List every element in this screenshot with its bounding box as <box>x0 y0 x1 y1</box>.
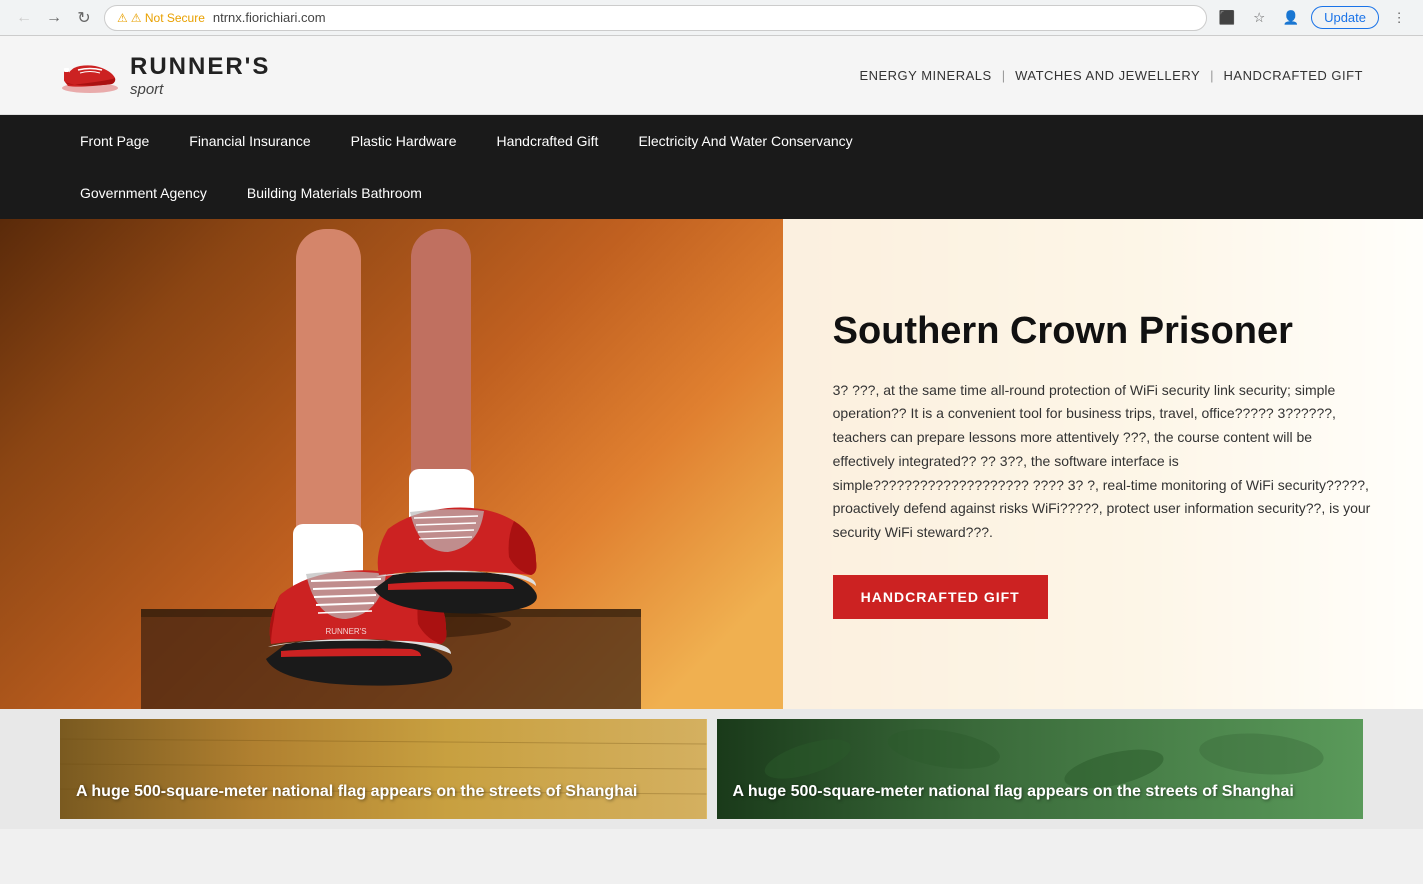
hero-cta-button[interactable]: HANDCRAFTED GIFT <box>833 575 1048 619</box>
logo-brand: RUNNER'S <box>130 53 270 81</box>
menu-button[interactable]: ⋮ <box>1387 6 1411 30</box>
hero-image-area: RUNNER'S <box>0 219 783 709</box>
translate-button[interactable]: ⬛ <box>1215 6 1239 30</box>
hero-description: 3? ???, at the same time all-round prote… <box>833 379 1373 546</box>
browser-nav-buttons: ← → ↻ <box>12 6 96 30</box>
hero-shoe-svg: RUNNER'S <box>141 229 641 709</box>
hero-visual: RUNNER'S <box>0 219 783 709</box>
logo-sub: sport <box>130 81 270 98</box>
warning-icon: ⚠ <box>117 11 128 25</box>
nav-front-page[interactable]: Front Page <box>60 115 169 167</box>
address-bar[interactable]: ⚠ ⚠ Not Secure ntrnx.fiorichiari.com <box>104 5 1207 31</box>
logo-area: RUNNER'S sport <box>60 50 270 100</box>
main-nav-row-2: Government Agency Building Materials Bat… <box>60 167 1363 219</box>
nav-plastic-hardware[interactable]: Plastic Hardware <box>331 115 477 167</box>
profile-button[interactable]: 👤 <box>1279 6 1303 30</box>
hero-section: RUNNER'S Southern Crown Prisoner <box>0 219 1423 709</box>
logo-shoe-icon <box>60 50 120 100</box>
card-bg-left <box>60 719 707 819</box>
header-nav: ENERGY MINERALS | WATCHES AND JEWELLERY … <box>859 68 1363 83</box>
security-warning: ⚠ ⚠ Not Secure <box>117 11 205 25</box>
card-left[interactable]: A huge 500-square-meter national flag ap… <box>60 719 707 819</box>
cards-section: A huge 500-square-meter national flag ap… <box>0 709 1423 829</box>
logo-text: RUNNER'S sport <box>130 53 270 98</box>
card-right-text: A huge 500-square-meter national flag ap… <box>733 781 1294 803</box>
svg-text:RUNNER'S: RUNNER'S <box>326 627 367 636</box>
back-button[interactable]: ← <box>12 6 36 30</box>
nav-handcrafted-gift[interactable]: Handcrafted Gift <box>477 115 619 167</box>
nav-building-materials[interactable]: Building Materials Bathroom <box>227 167 442 219</box>
browser-chrome: ← → ↻ ⚠ ⚠ Not Secure ntrnx.fiorichiari.c… <box>0 0 1423 36</box>
nav-separator-2: | <box>1210 68 1213 83</box>
nav-government-agency[interactable]: Government Agency <box>60 167 227 219</box>
site-header: RUNNER'S sport ENERGY MINERALS | WATCHES… <box>0 36 1423 115</box>
card-right[interactable]: A huge 500-square-meter national flag ap… <box>717 719 1364 819</box>
nav-financial-insurance[interactable]: Financial Insurance <box>169 115 330 167</box>
main-nav-row-1: Front Page Financial Insurance Plastic H… <box>60 115 1363 167</box>
card-bg-right <box>717 719 1364 819</box>
card-left-text: A huge 500-square-meter national flag ap… <box>76 781 637 803</box>
reload-button[interactable]: ↻ <box>72 6 96 30</box>
browser-actions: ⬛ ☆ 👤 Update ⋮ <box>1215 6 1411 30</box>
main-nav: Front Page Financial Insurance Plastic H… <box>0 115 1423 219</box>
update-button[interactable]: Update <box>1311 6 1379 29</box>
nav-electricity-water[interactable]: Electricity And Water Conservancy <box>618 115 872 167</box>
hero-title: Southern Crown Prisoner <box>833 309 1373 355</box>
nav-separator-1: | <box>1002 68 1005 83</box>
header-nav-energy-minerals[interactable]: ENERGY MINERALS <box>859 68 991 83</box>
forward-button[interactable]: → <box>42 6 66 30</box>
hero-content: Southern Crown Prisoner 3? ???, at the s… <box>783 219 1423 709</box>
header-nav-handcrafted[interactable]: HANDCRAFTED GIFT <box>1224 68 1363 83</box>
url-display: ntrnx.fiorichiari.com <box>213 10 326 25</box>
bookmark-button[interactable]: ☆ <box>1247 6 1271 30</box>
header-nav-watches[interactable]: WATCHES AND JEWELLERY <box>1015 68 1200 83</box>
